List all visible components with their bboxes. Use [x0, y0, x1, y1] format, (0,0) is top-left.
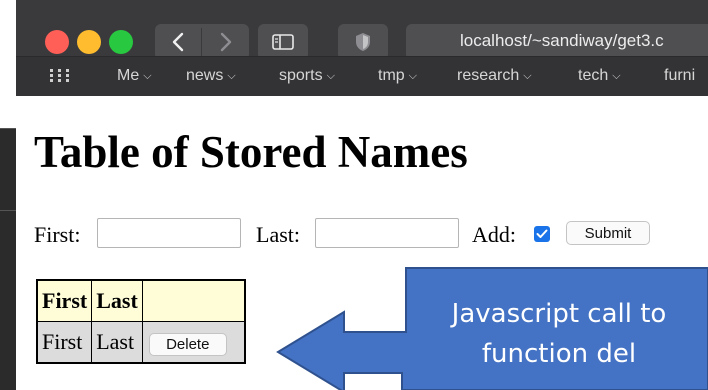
first-label: First: — [34, 222, 81, 247]
grid-icon[interactable] — [50, 69, 70, 83]
cell-action: Delete — [141, 321, 246, 364]
url-text: localhost/~sandiway/get3.c — [460, 31, 664, 50]
chevron-right-icon — [220, 32, 232, 52]
chevron-down-icon: ⌵ — [143, 70, 152, 82]
forward-button[interactable] — [203, 24, 249, 60]
submit-button[interactable]: Submit — [566, 221, 650, 245]
minimize-window-button[interactable] — [77, 30, 101, 54]
background-window-edge — [0, 128, 16, 390]
chevron-down-icon: ⌵ — [523, 70, 532, 82]
header-first: First — [36, 279, 93, 322]
add-checkbox[interactable] — [534, 226, 550, 242]
chevron-down-icon: ⌵ — [326, 70, 335, 82]
bookmark-tech[interactable]: tech ⌵ — [578, 67, 621, 85]
chevron-down-icon: ⌵ — [227, 70, 236, 82]
table-header-row: First Last — [36, 279, 246, 322]
cell-last: Last — [91, 321, 143, 364]
callout-line-1: Javascript call to — [451, 299, 667, 329]
bookmark-news[interactable]: news ⌵ — [186, 67, 236, 85]
callout-text: Javascript call to function del — [410, 294, 708, 374]
names-table: First Last First Last Delete — [36, 279, 246, 364]
back-button[interactable] — [155, 24, 201, 60]
bookmark-sports[interactable]: sports ⌵ — [279, 67, 335, 85]
chevron-left-icon — [172, 32, 184, 52]
address-bar[interactable]: localhost/~sandiway/get3.c — [406, 24, 708, 60]
bookmark-me[interactable]: Me ⌵ — [117, 67, 152, 85]
bookmarks-bar: Me ⌵ news ⌵ sports ⌵ tmp ⌵ research ⌵ tech ⌵ f… — [16, 56, 708, 97]
chevron-down-icon: ⌵ — [408, 70, 418, 82]
checkmark-icon — [536, 229, 548, 238]
bookmark-tmp[interactable]: tmp ⌵ — [378, 67, 417, 85]
page-title: Table of Stored Names — [34, 127, 468, 177]
last-name-input[interactable] — [315, 218, 459, 248]
privacy-report-button[interactable] — [338, 24, 388, 60]
shield-icon — [356, 33, 370, 51]
bookmark-research[interactable]: research ⌵ — [457, 67, 532, 85]
chevron-down-icon: ⌵ — [612, 70, 621, 82]
first-name-input[interactable] — [97, 218, 241, 248]
zoom-window-button[interactable] — [109, 30, 133, 54]
sidebar-icon — [272, 34, 294, 50]
callout-line-2: function del — [481, 339, 637, 369]
last-label: Last: — [256, 222, 300, 247]
sidebar-toggle-button[interactable] — [258, 24, 308, 60]
header-action — [141, 279, 246, 322]
cell-first: First — [36, 321, 93, 364]
delete-button[interactable]: Delete — [148, 332, 227, 356]
header-last: Last — [91, 279, 143, 322]
navigation-buttons — [155, 24, 249, 60]
close-window-button[interactable] — [45, 30, 69, 54]
bookmark-furni[interactable]: furni — [664, 67, 695, 85]
table-row: First Last Delete — [36, 321, 246, 364]
add-label: Add: — [472, 222, 516, 247]
